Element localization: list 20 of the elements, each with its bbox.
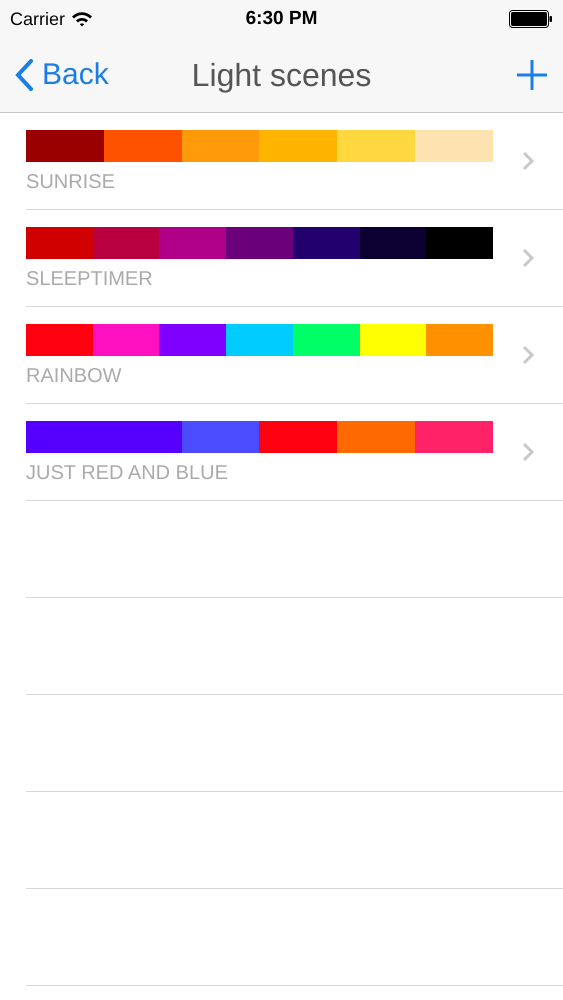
status-time: 6:30 PM (246, 8, 318, 30)
scene-row[interactable]: RAINBOW (26, 307, 563, 404)
back-button[interactable]: Back (14, 58, 109, 92)
carrier-name: Carrier (10, 8, 66, 30)
scene-name: SLEEPTIMER (26, 269, 154, 289)
back-chevron-icon (14, 58, 34, 92)
chevron-icon (522, 345, 534, 365)
scene-row[interactable]: JUST RED AND BLUE (26, 404, 563, 501)
chevron-icon (522, 248, 534, 268)
scene-name: JUST RED AND BLUE (26, 463, 229, 483)
page-title: Light scenes (192, 56, 372, 94)
scene-row[interactable]: SUNRISE (26, 113, 563, 210)
scene-row[interactable]: SLEEPTIMER (26, 210, 563, 307)
chevron-icon (522, 442, 534, 462)
chevron-icon (522, 151, 534, 171)
battery-icon (509, 10, 553, 28)
wifi-icon (71, 11, 94, 27)
scene-name: SUNRISE (26, 172, 116, 192)
scene-name: RAINBOW (26, 366, 123, 386)
add-button[interactable] (515, 58, 549, 92)
